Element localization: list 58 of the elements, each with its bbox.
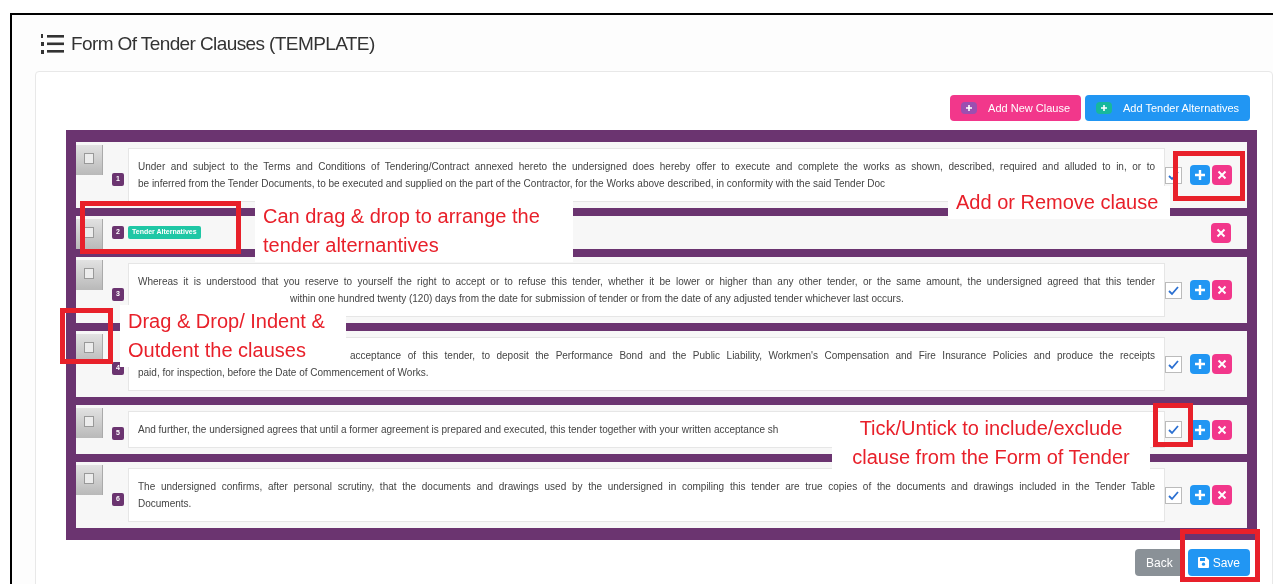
remove-button[interactable] (1212, 419, 1232, 440)
plus-icon (1194, 358, 1206, 370)
callout-tooltip: Drag & Drop/ Indent & Outdent the clauses (120, 305, 346, 367)
highlight-frame (1153, 403, 1193, 447)
plus-icon (1100, 104, 1108, 112)
plus-icon (1194, 423, 1206, 436)
plus-icon (1194, 489, 1206, 501)
include-checkbox[interactable] (1165, 486, 1182, 504)
drag-handle[interactable] (76, 465, 103, 495)
drag-handle[interactable] (76, 408, 103, 438)
remove-button[interactable] (1212, 165, 1232, 185)
square-icon (84, 342, 94, 353)
numbered-list-icon (41, 33, 65, 55)
square-icon (84, 227, 94, 238)
remove-button[interactable] (1212, 354, 1232, 374)
square-icon (84, 473, 94, 484)
add-clause-button[interactable]: Add New Clause (950, 95, 1081, 121)
highlight-frame (1173, 151, 1245, 201)
callout-tooltip: Can drag & drop to arrange the tender alternantives (255, 200, 573, 262)
square-icon (84, 153, 94, 164)
close-icon (1217, 424, 1227, 435)
clause-text: within one hundred twenty (120) days from the date for submission of tender or from the date of any adjusted tender whichever last occurs. (290, 292, 904, 306)
close-icon (1217, 359, 1227, 369)
drag-handle[interactable] (76, 260, 103, 290)
save-button[interactable]: Save (1187, 549, 1250, 576)
clause-text: be inferred from the Tender Documents, to be executed and supplied on the part of the Contractor, for the Works above described, in conformity with the said Tender Doc (138, 177, 886, 191)
add-button[interactable] (1190, 165, 1210, 185)
add-button[interactable] (1190, 280, 1210, 300)
remove-button[interactable] (1212, 280, 1232, 300)
square-icon (84, 268, 94, 279)
highlight-frame (60, 308, 113, 364)
clause-text: Whereas it is understood that you reserve to yourself the right to accept or to refuse this tender, whether it be lower or higher than any other tender, or the same amount, the undersigned agreed that this tender (138, 275, 1155, 289)
add-button[interactable] (1190, 485, 1210, 505)
clause-text: paid, for inspection, before the Date of Commencement of Works. (138, 366, 429, 380)
callout-tooltip: Add or Remove clause (948, 186, 1170, 219)
include-checkbox[interactable] (1165, 421, 1182, 438)
clause-text: Under and subject to the Terms and Conditions of Tendering/Contract annexed hereto the undersigned does hereby offer to execute and complete the works as shown, described, required and alluded to in, or to (138, 160, 1155, 174)
square-icon (84, 416, 94, 427)
remove-button[interactable] (1211, 222, 1231, 243)
close-icon (1217, 490, 1227, 500)
include-checkbox[interactable] (1165, 281, 1182, 299)
plus-icon (1194, 169, 1206, 181)
clause-text: Documents. (138, 497, 192, 511)
include-checkbox[interactable] (1165, 355, 1182, 373)
remove-button[interactable] (1212, 485, 1232, 505)
add-alternatives-button[interactable]: Add Tender Alternatives (1085, 95, 1250, 121)
clause-text: The undersigned confirms, after personal scrutiny, that the documents and drawings used by the undersigned in compiling this tender are true copies of the documents and drawings included in the Tender Table (138, 480, 1155, 494)
add-button[interactable] (1190, 354, 1210, 374)
plus-icon (965, 104, 974, 112)
clause-text: And further, the undersigned agrees that until a former agreement is prepared and executed, this tender together with your written acceptance sh (138, 423, 779, 437)
page-title: Form Of Tender Clauses (TEMPLATE) (71, 31, 375, 56)
drag-handle[interactable] (76, 145, 103, 175)
clause-text: acceptance of this tender, to deposit the Performance Bond and the Public Liability, Workmen's Compensation and Fire Insurance Policies and produce the receipts (350, 349, 1155, 363)
close-icon (1217, 285, 1227, 295)
plus-icon (1194, 284, 1206, 296)
close-icon (1216, 227, 1226, 238)
close-icon (1217, 170, 1227, 180)
save-icon (1197, 557, 1209, 568)
